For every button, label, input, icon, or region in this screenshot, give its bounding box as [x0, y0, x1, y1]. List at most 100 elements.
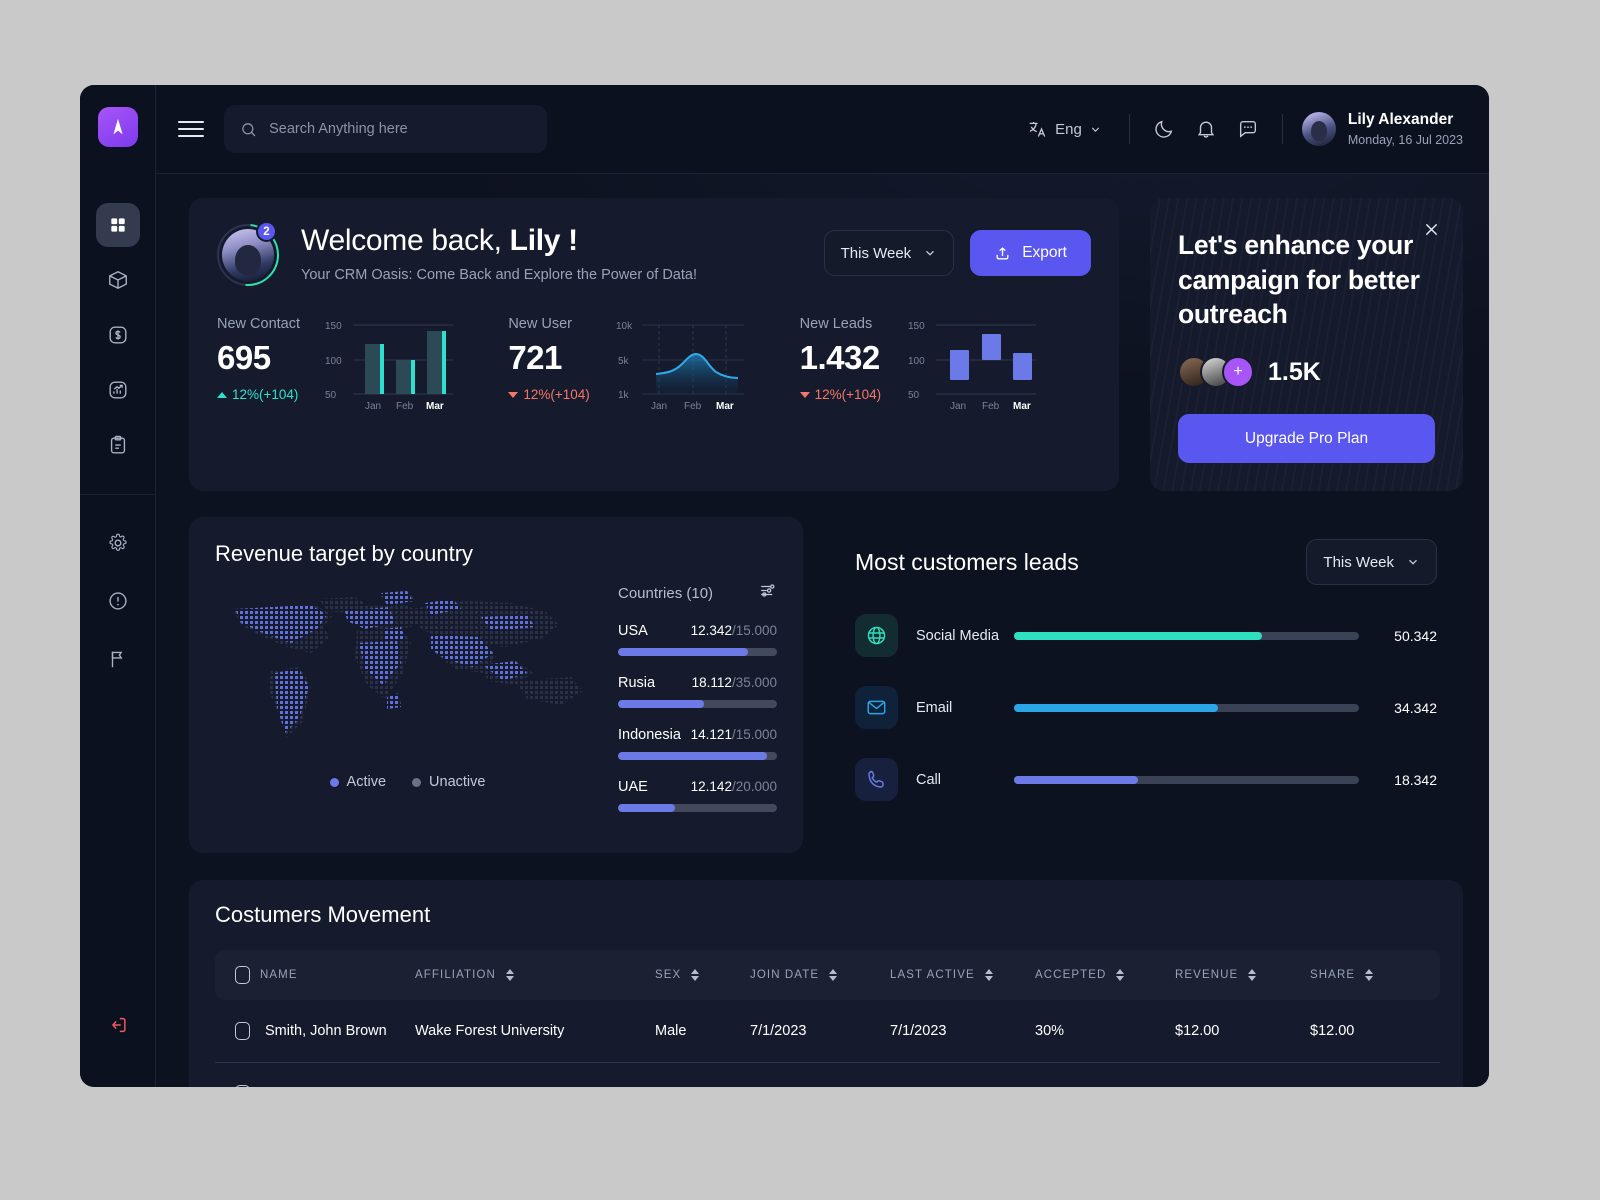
table-row[interactable]: Ronald, Sulaiman Wake Forest University … — [215, 1062, 1440, 1087]
sidebar-item-products[interactable] — [96, 258, 140, 302]
column-header-affiliation[interactable]: AFFILIATION — [415, 950, 655, 1000]
sidebar-item-finance[interactable] — [96, 313, 140, 357]
table-title: Costumers Movement — [215, 902, 431, 928]
user-name: Lily Alexander — [1347, 111, 1454, 129]
stat-value: 1.432 — [799, 339, 881, 376]
country-name: USA — [618, 623, 648, 640]
column-label: AFFILIATION — [415, 969, 496, 982]
upload-icon — [996, 246, 1009, 259]
row-checkbox[interactable] — [235, 1022, 250, 1041]
chat-bubble-icon — [1239, 120, 1256, 138]
country-progress-track — [618, 752, 777, 761]
period-select-overview[interactable]: This Week — [823, 230, 955, 276]
country-row[interactable]: Rusia 18.112/35.000 — [618, 675, 777, 709]
svg-text:Feb: Feb — [684, 401, 702, 412]
sidebar-item-help[interactable] — [96, 579, 140, 623]
sidebar — [80, 85, 156, 1087]
envelope-icon — [867, 700, 886, 715]
select-all-checkbox[interactable] — [235, 966, 250, 985]
close-icon — [1425, 223, 1438, 236]
row-analytics: Revenue target by country Active Unactiv… — [189, 517, 1463, 854]
cell-sex: Male — [655, 1000, 750, 1064]
phone-icon — [868, 770, 884, 788]
sort-icon[interactable] — [691, 969, 700, 982]
lead-progress-track — [1014, 775, 1359, 784]
country-progress-track — [618, 804, 777, 813]
lead-progress-fill — [1014, 631, 1263, 640]
cell-join-date: 7/1/2023 — [750, 1062, 890, 1087]
stat-delta-label: 12%(+104) — [814, 387, 882, 402]
sort-icon[interactable] — [505, 969, 514, 982]
legend-item-unactive: Unactive — [412, 774, 485, 790]
period-select-leads[interactable]: This Week — [1306, 539, 1437, 586]
dark-mode-toggle[interactable] — [1143, 108, 1185, 150]
sidebar-item-analytics[interactable] — [96, 368, 140, 412]
dotted-world-map — [215, 581, 600, 758]
leads-header: Most customers leads This Week — [855, 539, 1437, 586]
chart-growth-icon — [109, 381, 126, 399]
column-header-last-active[interactable]: LAST ACTIVE — [890, 950, 1035, 1000]
svg-text:100: 100 — [908, 356, 925, 367]
search-bar[interactable] — [224, 105, 547, 153]
user-menu[interactable]: Lily Alexander Monday, 16 Jul 2023 — [1301, 111, 1463, 147]
svg-text:1k: 1k — [618, 390, 630, 401]
row-checkbox[interactable] — [235, 1085, 250, 1087]
country-value: 12.342/15.000 — [690, 623, 777, 639]
country-progress-fill — [618, 804, 676, 813]
stat-delta-label: 12%(+104) — [523, 387, 590, 402]
column-header-sex[interactable]: SEX — [655, 950, 750, 1000]
country-progress-track — [618, 648, 777, 657]
lead-icon-wrap — [855, 686, 898, 730]
legend-label: Active — [346, 774, 387, 791]
sort-icon[interactable] — [1248, 969, 1257, 982]
country-filter-button[interactable] — [758, 581, 777, 605]
sort-icon[interactable] — [829, 969, 838, 982]
column-header-join-date[interactable]: JOIN DATE — [750, 950, 890, 1000]
close-button[interactable] — [1422, 220, 1441, 244]
country-row[interactable]: UAE 12.142/20.000 — [618, 779, 777, 813]
country-list-header: Countries (10) — [618, 581, 777, 605]
country-row[interactable]: Indonesia 14.121/15.000 — [618, 727, 777, 761]
promo-title: Let's enhance your campaign for better o… — [1178, 230, 1420, 330]
column-header-accepted[interactable]: ACCEPTED — [1035, 950, 1175, 1000]
column-header-name[interactable]: NAME — [215, 950, 415, 1000]
column-header-share[interactable]: SHARE — [1310, 950, 1440, 1000]
search-input[interactable] — [269, 121, 531, 137]
country-row-top: Indonesia 14.121/15.000 — [618, 727, 777, 743]
sort-icon[interactable] — [1365, 969, 1374, 982]
messages-button[interactable] — [1227, 108, 1269, 150]
country-name: Indonesia — [618, 727, 681, 744]
sidebar-item-settings[interactable] — [96, 521, 140, 565]
language-selector[interactable]: Eng — [1013, 119, 1116, 140]
box-icon — [108, 270, 127, 290]
lead-row-social-media: Social Media 50.342 — [855, 614, 1437, 658]
notifications-button[interactable] — [1185, 108, 1227, 150]
sort-icon[interactable] — [984, 969, 993, 982]
table-row[interactable]: Smith, John Brown Wake Forest University… — [215, 1000, 1440, 1064]
app-logo[interactable] — [97, 107, 138, 147]
column-header-revenue[interactable]: REVENUE — [1175, 950, 1310, 1000]
sidebar-item-tasks[interactable] — [96, 423, 140, 467]
stat-info: New Contact 695 12%(+104) — [217, 314, 317, 402]
lead-row-call: Call 18.342 — [855, 758, 1437, 802]
avatar-more-badge: + — [1222, 356, 1254, 389]
svg-text:Mar: Mar — [716, 401, 734, 412]
export-button[interactable]: Export — [970, 230, 1091, 276]
chevron-down-icon — [926, 250, 935, 256]
sidebar-item-reports[interactable] — [96, 637, 140, 681]
upgrade-pro-plan-button[interactable]: Upgrade Pro Plan — [1178, 414, 1435, 464]
grid-icon — [110, 218, 125, 232]
sort-icon[interactable] — [1116, 969, 1125, 982]
stat-new-contact: New Contact 695 12%(+104) 150 100 50 Jan… — [217, 314, 508, 414]
hamburger-menu-icon[interactable] — [178, 121, 204, 137]
country-row[interactable]: USA 12.342/15.000 — [618, 623, 777, 657]
revenue-card-title: Revenue target by country — [215, 541, 474, 567]
sidebar-item-logout[interactable] — [96, 1003, 140, 1047]
sliders-icon — [761, 584, 775, 597]
cell-join-date: 7/1/2023 — [750, 1000, 890, 1064]
sidebar-item-dashboard[interactable] — [95, 203, 140, 247]
cell-revenue: $12.00 — [1175, 1000, 1310, 1064]
stat-value: 695 — [217, 339, 271, 376]
svg-text:Mar: Mar — [426, 401, 444, 412]
revenue-card-body: Active Unactive Countries (10) USA 12.34… — [215, 581, 777, 831]
